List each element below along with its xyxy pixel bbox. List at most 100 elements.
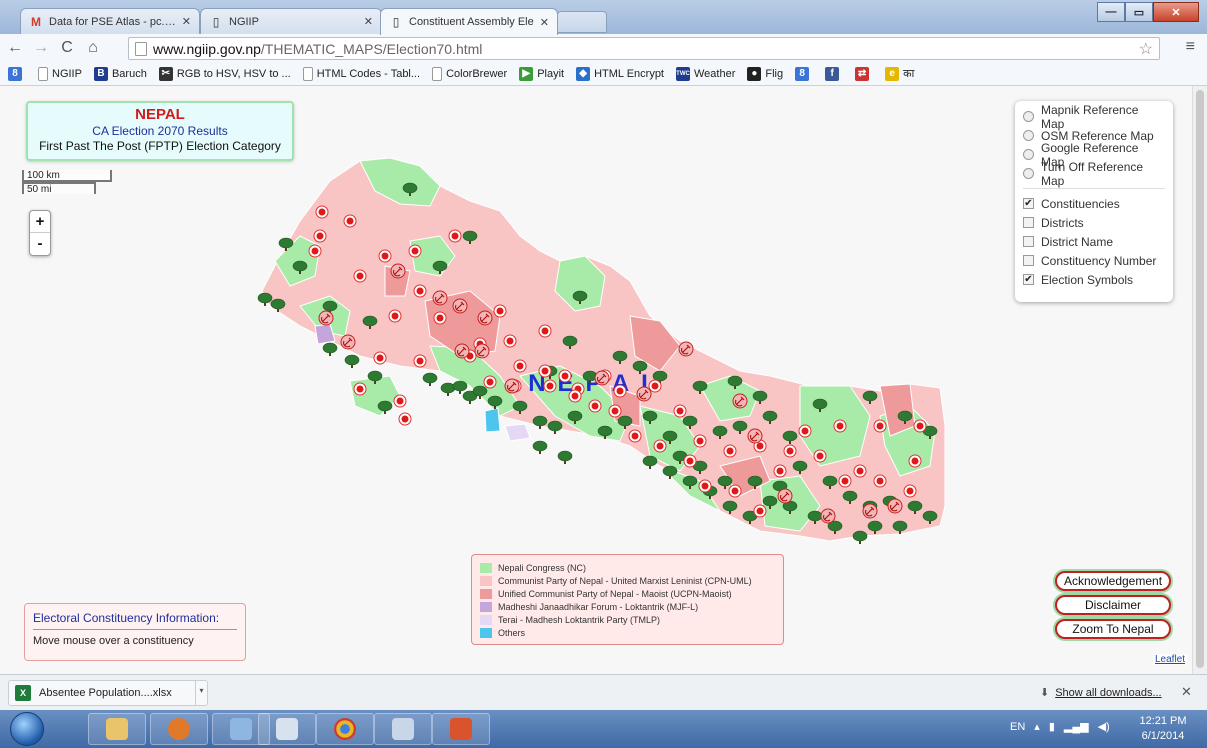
zoom-to-nepal-button[interactable]: Zoom To Nepal: [1055, 619, 1171, 639]
sun-symbol-icon: [611, 407, 619, 415]
close-icon[interactable]: ✕: [364, 15, 373, 28]
tree-symbol-icon: [292, 260, 308, 272]
bookmark-flig[interactable]: ● Flig: [747, 66, 783, 81]
bookmark-rgb-to-hsv-hsv-to[interactable]: ✂ RGB to HSV, HSV to ...: [158, 66, 291, 81]
sun-symbol-icon: [696, 437, 704, 445]
close-icon[interactable]: ✕: [1181, 684, 1192, 700]
star-icon[interactable]: ☆: [1139, 39, 1153, 59]
checkbox-icon[interactable]: [1023, 217, 1034, 228]
new-tab-button[interactable]: [557, 11, 607, 33]
close-icon[interactable]: ✕: [540, 16, 549, 29]
bookmark-label: का: [903, 68, 915, 80]
tab-ngiip[interactable]: ▯ NGIIP ✕: [200, 8, 382, 34]
sun-symbol-icon: [616, 387, 624, 395]
back-arrow-icon[interactable]: ←: [4, 39, 26, 57]
bookmark-facebook[interactable]: f: [825, 66, 843, 81]
sun-symbol-icon: [416, 287, 424, 295]
app2-taskbar-button[interactable]: [258, 713, 316, 745]
powerpoint-taskbar-button[interactable]: [432, 713, 490, 745]
close-icon[interactable]: ✕: [182, 15, 191, 28]
volume-icon[interactable]: ◀): [1098, 720, 1110, 733]
constituency-info-title: Electoral Constituency Information:: [33, 611, 237, 630]
overlay-districts[interactable]: Districts: [1023, 213, 1165, 232]
checkbox-icon[interactable]: ✔: [1023, 274, 1034, 285]
tree-symbol-icon: [257, 292, 273, 304]
reload-icon[interactable]: C: [56, 39, 78, 57]
google-plus-icon: 8: [8, 66, 22, 81]
download-item[interactable]: X Absentee Population....xlsx ▾: [8, 680, 208, 706]
language-indicator[interactable]: EN: [1010, 721, 1025, 733]
bookmark-playit[interactable]: ▶ Playit: [519, 66, 565, 81]
maximize-button[interactable]: ▭: [1125, 2, 1153, 22]
minimize-button[interactable]: —: [1097, 2, 1125, 22]
radio-icon[interactable]: [1023, 111, 1034, 122]
bookmark-google-plus[interactable]: 8: [8, 66, 26, 81]
overlay-constituency-number[interactable]: Constituency Number: [1023, 251, 1165, 270]
disclaimer-button[interactable]: Disclaimer: [1055, 595, 1171, 615]
address-bar[interactable]: www.ngiip.gov.np /THEMATIC_MAPS/Election…: [128, 37, 1160, 60]
bookmark-html-codes-tabl[interactable]: HTML Codes - Tabl...: [302, 66, 420, 81]
checkbox-icon[interactable]: [1023, 255, 1034, 266]
media-icon: [168, 718, 190, 740]
media-player-taskbar-button[interactable]: [150, 713, 208, 745]
tree-symbol-icon: [567, 410, 583, 422]
leaflet-attribution-link[interactable]: Leaflet: [1153, 654, 1188, 665]
network-icon[interactable]: ▮: [1049, 720, 1055, 733]
legend-swatch: [480, 575, 492, 586]
base-layer-off[interactable]: Turn Off Reference Map: [1023, 160, 1165, 188]
acknowledgement-button[interactable]: Acknowledgement: [1055, 571, 1171, 591]
download-arrow-icon: ⬇: [1040, 687, 1050, 699]
radio-icon[interactable]: [1023, 130, 1034, 141]
legend-label: Nepali Congress (NC): [498, 562, 587, 573]
calculator-taskbar-button[interactable]: [374, 713, 432, 745]
sun-symbol-icon: [916, 422, 924, 430]
tree-symbol-icon: [807, 510, 823, 522]
tab-gmail[interactable]: M Data for PSE Atlas - pc.ngi ✕: [20, 8, 200, 34]
facebook-icon: f: [825, 66, 840, 81]
checkbox-icon[interactable]: ✔: [1023, 198, 1034, 209]
sun-symbol-icon: [876, 422, 884, 430]
close-window-button[interactable]: ✕: [1153, 2, 1199, 22]
checkbox-icon[interactable]: [1023, 236, 1034, 247]
scissors-icon: ✂: [158, 66, 173, 81]
explorer-taskbar-button[interactable]: [88, 713, 146, 745]
bookmark-label: Playit: [537, 67, 565, 80]
taskbar-clock[interactable]: 12:21 PM 6/1/2014: [1128, 714, 1198, 744]
tree-symbol-icon: [722, 500, 738, 512]
sun-symbol-icon: [731, 487, 739, 495]
bookmark-html-encrypt[interactable]: ◆ HTML Encrypt: [576, 66, 664, 81]
tree-symbol-icon: [862, 390, 878, 402]
chevron-down-icon[interactable]: ▾: [195, 681, 207, 705]
forward-arrow-icon[interactable]: →: [30, 39, 52, 57]
show-all-downloads-link[interactable]: ⬇ Show all downloads...: [1040, 686, 1162, 699]
bookmark-translate[interactable]: ⇄: [855, 66, 873, 81]
chevron-up-icon[interactable]: ▴: [1034, 720, 1040, 733]
overlay-election-symbols[interactable]: ✔ Election Symbols: [1023, 270, 1165, 289]
vertical-scrollbar[interactable]: [1192, 86, 1207, 674]
scrollbar-thumb[interactable]: [1196, 90, 1204, 668]
tree-symbol-icon: [852, 530, 868, 542]
bookmark-baruch[interactable]: B Baruch: [93, 66, 147, 81]
home-icon[interactable]: ⌂: [82, 39, 104, 57]
overlay-district-name[interactable]: District Name: [1023, 232, 1165, 251]
radio-icon[interactable]: [1023, 168, 1034, 179]
bookmark-ngiip[interactable]: NGIIP: [38, 66, 82, 81]
bookmark-[interactable]: e का: [885, 66, 914, 81]
start-button[interactable]: [10, 712, 44, 746]
chrome-taskbar-button[interactable]: [316, 713, 374, 745]
menu-icon[interactable]: ≡: [1186, 38, 1195, 56]
zoom-in-button[interactable]: +: [30, 211, 50, 233]
bookmark-google-plus[interactable]: 8: [795, 66, 813, 81]
radio-icon[interactable]: [1023, 149, 1034, 160]
bookmark-weather[interactable]: TWC Weather: [676, 66, 735, 81]
bookmark-label: ColorBrewer: [446, 67, 508, 80]
base-layer-mapnik[interactable]: Mapnik Reference Map: [1023, 103, 1165, 131]
tree-symbol-icon: [562, 335, 578, 347]
page-icon: [38, 66, 48, 81]
bookmark-colorbrewer[interactable]: ColorBrewer: [432, 66, 508, 81]
zoom-out-button[interactable]: -: [30, 233, 50, 255]
system-tray: EN ▴ ▮ ▂▄▆ ◀): [1010, 720, 1119, 734]
signal-icon[interactable]: ▂▄▆: [1064, 720, 1089, 733]
tab-constituent-assembly[interactable]: ▯ Constituent Assembly Ele ✕: [380, 8, 558, 35]
overlay-constituencies[interactable]: ✔ Constituencies: [1023, 194, 1165, 213]
